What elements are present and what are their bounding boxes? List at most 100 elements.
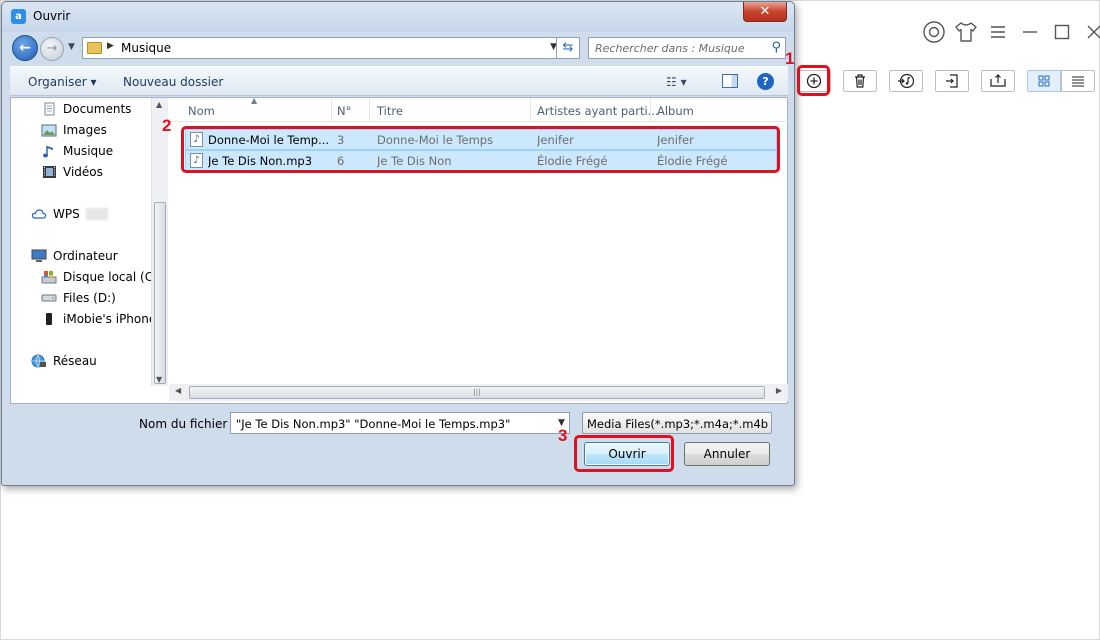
nav-item-label: Vidéos (63, 165, 103, 179)
nav-item-videos[interactable]: Vidéos (41, 163, 103, 181)
breadcrumb[interactable]: Musique (121, 41, 171, 55)
nav-item-network[interactable]: Réseau (31, 352, 97, 370)
nav-item-label: iMobie's iPhone (63, 312, 157, 326)
minimize-icon[interactable] (1017, 19, 1043, 45)
maximize-icon[interactable] (1049, 19, 1075, 45)
column-divider[interactable] (331, 98, 332, 122)
column-header-title[interactable]: Titre (377, 104, 403, 118)
horizontal-scrollbar[interactable]: ◀ ||| ▶ (169, 384, 788, 401)
callout-highlight-files (181, 126, 780, 173)
forward-arrow-icon[interactable]: → (40, 37, 64, 61)
nav-scroll-thumb[interactable] (154, 202, 166, 384)
export-button[interactable] (981, 70, 1015, 92)
nav-item-label: Ordinateur (53, 249, 118, 263)
videos-icon (41, 165, 57, 179)
account-icon[interactable] (921, 19, 947, 45)
view-options-icon[interactable]: ☷ ▾ (666, 75, 687, 89)
network-icon (31, 354, 47, 368)
nav-item-wps[interactable]: WPS (31, 205, 108, 223)
grid-view-icon (1038, 75, 1050, 87)
nav-item-documents[interactable]: Documents (41, 100, 131, 118)
drive-icon (41, 291, 57, 305)
nav-item-drive-d[interactable]: Files (D:) (41, 289, 116, 307)
filename-value: "Je Te Dis Non.mp3" "Donne-Moi le Temps.… (236, 417, 511, 431)
breadcrumb-chevron-icon[interactable]: ▶ (107, 41, 114, 51)
close-icon[interactable] (1081, 19, 1100, 45)
music-icon (41, 144, 57, 158)
nav-item-label: Disque local (C:) (63, 270, 162, 284)
dialog-title: Ouvrir (33, 9, 71, 23)
dialog-title-bar: a Ouvrir ✕ (2, 2, 794, 32)
computer-icon (31, 249, 47, 263)
address-bar[interactable]: ▶ Musique ▼ (82, 37, 562, 59)
app-window: a Ouvrir ✕ ← → ▼ ▶ Musique ▼ ⇆ Recherche… (0, 0, 1100, 640)
scroll-down-icon[interactable]: ▼ (156, 375, 162, 384)
new-folder-button[interactable]: Nouveau dossier (123, 75, 223, 89)
list-view-icon (1072, 76, 1084, 87)
column-divider[interactable] (369, 98, 370, 122)
nav-item-label: Files (D:) (63, 291, 116, 305)
preview-pane-icon[interactable] (722, 74, 738, 88)
to-itunes-button[interactable] (889, 70, 923, 92)
nav-item-label: Musique (63, 144, 114, 158)
nav-item-music[interactable]: Musique (41, 142, 113, 160)
search-icon[interactable]: ⚲ (771, 40, 781, 55)
grid-view-button[interactable] (1027, 70, 1061, 92)
column-header-name[interactable]: Nom (188, 104, 215, 118)
callout-highlight-add (797, 65, 830, 96)
cloud-icon (31, 207, 47, 221)
back-arrow-icon[interactable]: ← (12, 35, 38, 61)
export-icon (990, 74, 1006, 87)
scroll-up-icon[interactable]: ▲ (156, 100, 162, 109)
scroll-right-icon[interactable]: ▶ (776, 386, 782, 395)
column-header-number[interactable]: N° (337, 104, 351, 118)
skin-icon[interactable] (953, 19, 979, 45)
open-file-dialog: a Ouvrir ✕ ← → ▼ ▶ Musique ▼ ⇆ Recherche… (1, 1, 795, 486)
command-bar: Organiser ▾ Nouveau dossier ☷ ▾ ? (10, 66, 788, 96)
nav-item-computer[interactable]: Ordinateur (31, 247, 118, 265)
filename-field[interactable]: "Je Te Dis Non.mp3" "Donne-Moi le Temps.… (230, 412, 570, 434)
scroll-left-icon[interactable]: ◀ (175, 386, 181, 395)
folder-icon (87, 42, 102, 54)
help-icon[interactable]: ? (757, 73, 774, 90)
callout-number: 3 (558, 426, 568, 445)
import-button[interactable] (935, 70, 969, 92)
nav-item-iphone[interactable]: iMobie's iPhone (41, 310, 156, 328)
nav-item-images[interactable]: Images (41, 121, 107, 139)
history-dropdown-icon[interactable]: ▼ (68, 42, 75, 52)
filename-label: Nom du fichier : (139, 417, 236, 431)
file-type-select[interactable]: Media Files(*.mp3;*.m4a;*.m4b (582, 412, 772, 434)
nav-item-drive-c[interactable]: Disque local (C:) (41, 268, 162, 286)
organize-button[interactable]: Organiser ▾ (28, 75, 96, 89)
cancel-button[interactable]: Annuler (684, 442, 770, 466)
navigation-pane: Documents Images Musique Vidéos WPS Ordi… (11, 98, 168, 386)
horizontal-scroll-thumb[interactable]: ||| (189, 386, 765, 399)
refresh-icon[interactable]: ⇆ (556, 37, 580, 59)
callout-number: 1 (785, 49, 795, 68)
nav-scrollbar[interactable]: ▲ ▼ (151, 98, 168, 386)
app-logo-icon: a (11, 9, 26, 24)
drive-icon (41, 270, 57, 284)
callout-number: 2 (162, 116, 172, 135)
app-title-controls (921, 17, 1100, 47)
search-placeholder: Rechercher dans : Musique (595, 42, 745, 55)
delete-icon (855, 74, 865, 88)
images-icon (41, 123, 57, 137)
content-toolbar (797, 67, 1095, 95)
nav-item-label: Réseau (53, 354, 97, 368)
search-input[interactable]: Rechercher dans : Musique ⚲ (588, 37, 786, 59)
column-divider[interactable] (650, 98, 651, 122)
menu-icon[interactable] (985, 19, 1011, 45)
column-divider[interactable] (530, 98, 531, 122)
nav-item-label: Images (63, 123, 107, 137)
column-header-album[interactable]: Album (657, 104, 694, 118)
to-itunes-icon (898, 73, 915, 89)
delete-button[interactable] (843, 70, 877, 92)
nav-item-label: Documents (63, 102, 132, 116)
list-view-button[interactable] (1061, 70, 1095, 92)
column-headers: ▲ Nom N° Titre Artistes ayant parti... A… (169, 96, 788, 122)
column-header-artists[interactable]: Artistes ayant parti... (537, 104, 659, 118)
sort-ascending-icon: ▲ (251, 96, 258, 105)
dialog-close-button[interactable]: ✕ (743, 2, 787, 22)
documents-icon (41, 102, 57, 116)
